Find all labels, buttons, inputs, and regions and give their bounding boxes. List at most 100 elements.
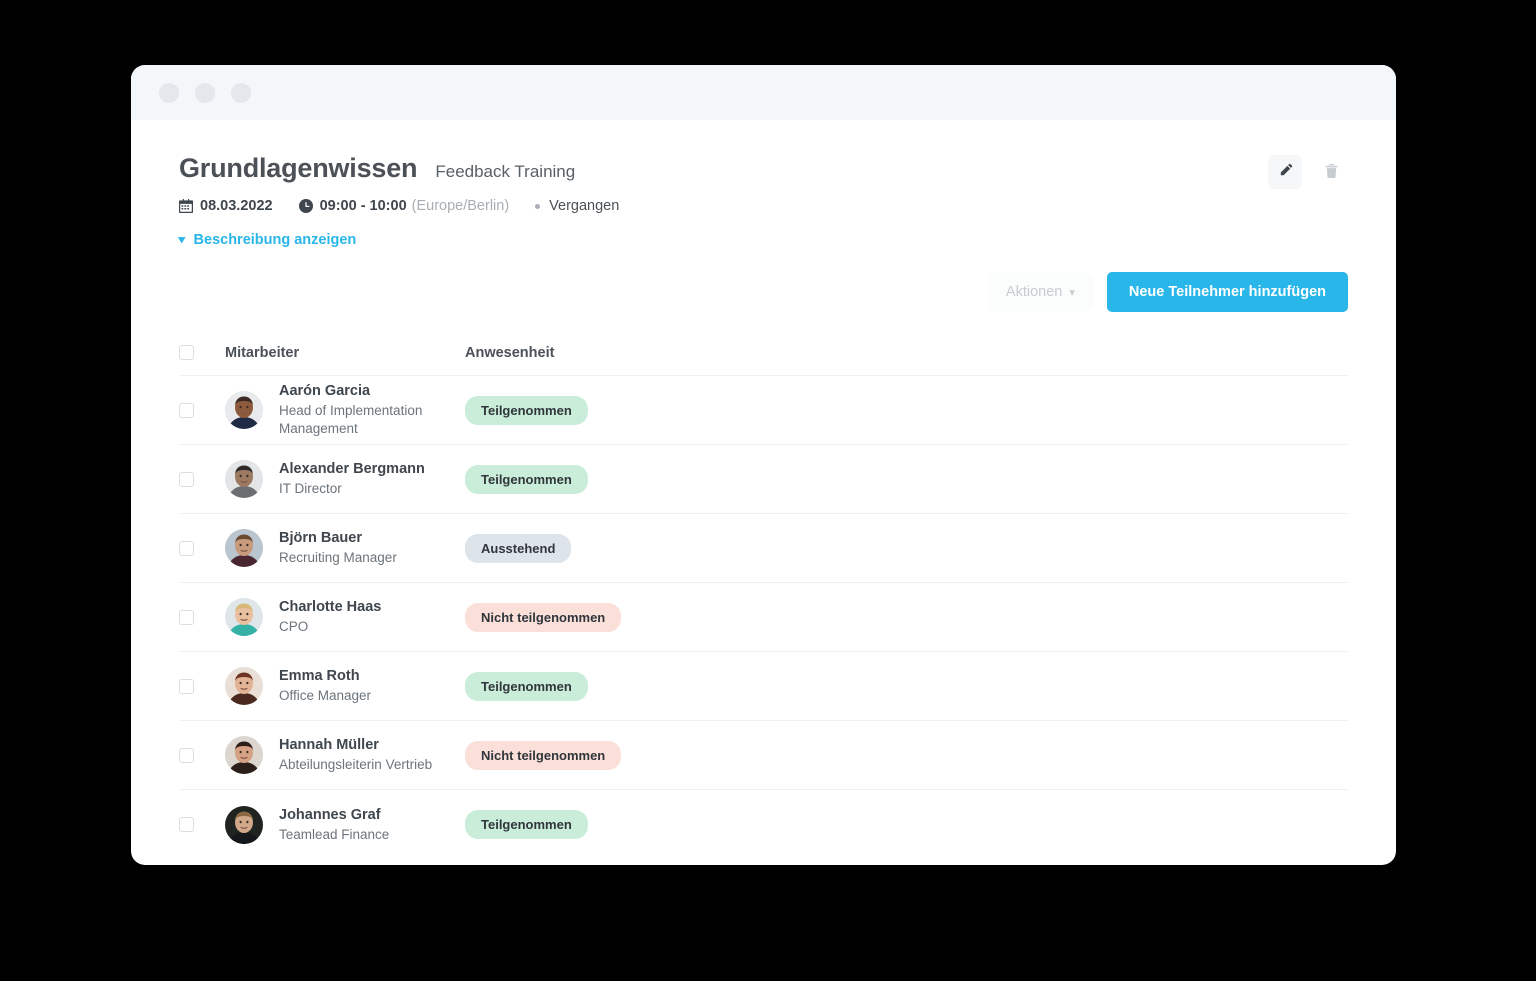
chevron-down-icon: ▾: [1069, 286, 1075, 299]
employee-role: Teamlead Finance: [279, 826, 390, 842]
page-content: Grundlagenwissen Feedback Training 08.03…: [131, 120, 1396, 859]
attendance-cell: Teilgenommen: [465, 395, 1348, 425]
employee-cell: Aarón Garcia Head of Implementation Manag…: [225, 382, 465, 438]
row-checkbox[interactable]: [179, 540, 194, 556]
employee-role: Head of Implementation Management: [279, 403, 423, 437]
chevron-down-icon: ▾: [178, 233, 186, 246]
event-status: Vergangen: [535, 198, 619, 214]
employee-name: Alexander Bergmann: [279, 461, 425, 478]
avatar-alexander-bergmann: [225, 460, 263, 498]
edit-button[interactable]: [1268, 155, 1302, 189]
attendance-badge[interactable]: Teilgenommen: [465, 395, 588, 425]
event-time: 09:00 - 10:00 (Europe/Berlin): [298, 198, 510, 214]
table-row[interactable]: Johannes Graf Teamlead Finance Teilgenomme…: [179, 790, 1348, 859]
attendance-badge[interactable]: Nicht teilgenommen: [465, 740, 622, 770]
pencil-icon: [1278, 163, 1293, 181]
event-date-text: 08.03.2022: [200, 198, 273, 214]
row-checkbox[interactable]: [179, 678, 194, 694]
table-row[interactable]: Björn Bauer Recruiting Manager Ausstehend: [179, 514, 1348, 583]
attendance-badge[interactable]: Ausstehend: [465, 533, 572, 563]
employee-cell: Charlotte Haas CPO: [225, 598, 465, 636]
header-action-buttons: [1268, 155, 1348, 189]
employee-cell: Hannah Müller Abteilungsleiterin Vertrieb: [225, 736, 465, 774]
actions-dropdown-label: Aktionen: [1005, 284, 1063, 300]
table-row[interactable]: Emma Roth Office Manager Teilgenommen: [179, 652, 1348, 721]
event-time-text: 09:00 - 10:00: [319, 198, 407, 214]
close-dot[interactable]: [231, 82, 251, 103]
row-checkbox[interactable]: [179, 817, 194, 832]
attendance-badge[interactable]: Nicht teilgenommen: [465, 602, 622, 632]
table-body: Aarón Garcia Head of Implementation Manag…: [179, 376, 1348, 859]
avatar-emma-roth: [225, 667, 263, 705]
status-dot-icon: [535, 203, 541, 209]
attendance-badge[interactable]: Teilgenommen: [465, 810, 588, 839]
row-select-cell: [179, 609, 225, 625]
avatar-johannes-graf: [225, 805, 263, 844]
table-row[interactable]: Charlotte Haas CPO Nicht teilgenommen: [179, 583, 1348, 652]
show-description-label: Beschreibung anzeigen: [193, 232, 357, 248]
show-description-link[interactable]: ▾ Beschreibung anzeigen: [178, 232, 357, 248]
row-select-cell: [179, 540, 225, 556]
attendance-cell: Teilgenommen: [465, 810, 1348, 839]
row-select-cell: [179, 678, 225, 694]
employee-cell: Johannes Graf Teamlead Finance: [225, 805, 465, 844]
row-checkbox[interactable]: [179, 402, 194, 418]
page-title: Grundlagenwissen: [179, 153, 418, 183]
employee-name: Johannes Graf: [279, 806, 381, 823]
event-meta-row: 08.03.2022 09:00 - 10:00 (Europe/Berlin): [179, 198, 1348, 214]
avatar-aaron-garcia: [225, 391, 263, 429]
attendance-cell: Nicht teilgenommen: [465, 602, 1348, 632]
add-participants-button[interactable]: Neue Teilnehmer hinzufügen: [1106, 272, 1348, 312]
avatar-charlotte-haas: [225, 598, 263, 636]
attendance-cell: Teilgenommen: [465, 671, 1348, 701]
employee-cell: Alexander Bergmann IT Director: [225, 460, 465, 498]
row-select-cell: [179, 747, 225, 763]
event-status-text: Vergangen: [549, 198, 620, 214]
minimize-dot[interactable]: [159, 82, 179, 103]
column-header-attendance: Anwesenheit: [465, 344, 555, 361]
screen: Grundlagenwissen Feedback Training 08.03…: [0, 0, 1536, 981]
employee-role: CPO: [279, 619, 309, 635]
attendance-badge[interactable]: Teilgenommen: [465, 464, 588, 494]
event-timezone: (Europe/Berlin): [411, 198, 510, 214]
table-header-row: Mitarbeiter Anwesenheit: [179, 330, 1348, 376]
employee-name: Hannah Müller: [279, 737, 379, 754]
clock-icon: [298, 199, 313, 213]
table-row[interactable]: Aarón Garcia Head of Implementation Manag…: [179, 376, 1348, 445]
avatar-bjoern-bauer: [225, 529, 263, 567]
select-all-checkbox[interactable]: [179, 345, 194, 360]
event-date: 08.03.2022: [179, 198, 273, 214]
column-header-employee: Mitarbeiter: [225, 344, 300, 361]
window-titlebar: [131, 65, 1396, 120]
row-checkbox[interactable]: [179, 471, 194, 487]
table-row[interactable]: Alexander Bergmann IT Director Teilgenomme…: [179, 445, 1348, 514]
employee-name: Björn Bauer: [279, 530, 362, 547]
row-select-cell: [179, 471, 225, 487]
employee-name: Charlotte Haas: [279, 599, 382, 616]
employee-role: IT Director: [279, 481, 342, 497]
row-checkbox[interactable]: [179, 609, 194, 625]
maximize-dot[interactable]: [195, 82, 215, 103]
row-checkbox[interactable]: [179, 747, 194, 763]
employee-name: Aarón Garcia: [279, 383, 371, 400]
row-select-cell: [179, 402, 225, 418]
app-window: Grundlagenwissen Feedback Training 08.03…: [131, 65, 1396, 865]
employee-cell: Björn Bauer Recruiting Manager: [225, 529, 465, 567]
employee-role: Recruiting Manager: [279, 550, 397, 566]
attendance-badge[interactable]: Teilgenommen: [465, 671, 588, 701]
actions-dropdown-button[interactable]: Aktionen ▾: [987, 273, 1093, 311]
table-toolbar: Aktionen ▾ Neue Teilnehmer hinzufügen: [179, 272, 1348, 312]
employee-cell: Emma Roth Office Manager: [225, 667, 465, 705]
select-all-cell: [179, 345, 225, 360]
delete-button[interactable]: [1314, 155, 1348, 189]
participants-table: Mitarbeiter Anwesenheit Aarón Garcia Head…: [179, 330, 1348, 859]
page-title-row: Grundlagenwissen Feedback Training: [179, 153, 1348, 184]
employee-role: Abteilungsleiterin Vertrieb: [279, 757, 433, 773]
attendance-cell: Teilgenommen: [465, 464, 1348, 494]
table-row[interactable]: Hannah Müller Abteilungsleiterin Vertrieb…: [179, 721, 1348, 790]
avatar-hannah-mueller: [225, 736, 263, 774]
calendar-icon: [179, 199, 193, 213]
attendance-cell: Nicht teilgenommen: [465, 740, 1348, 770]
employee-role: Office Manager: [279, 688, 372, 704]
page-subtitle: Feedback Training: [435, 162, 576, 181]
